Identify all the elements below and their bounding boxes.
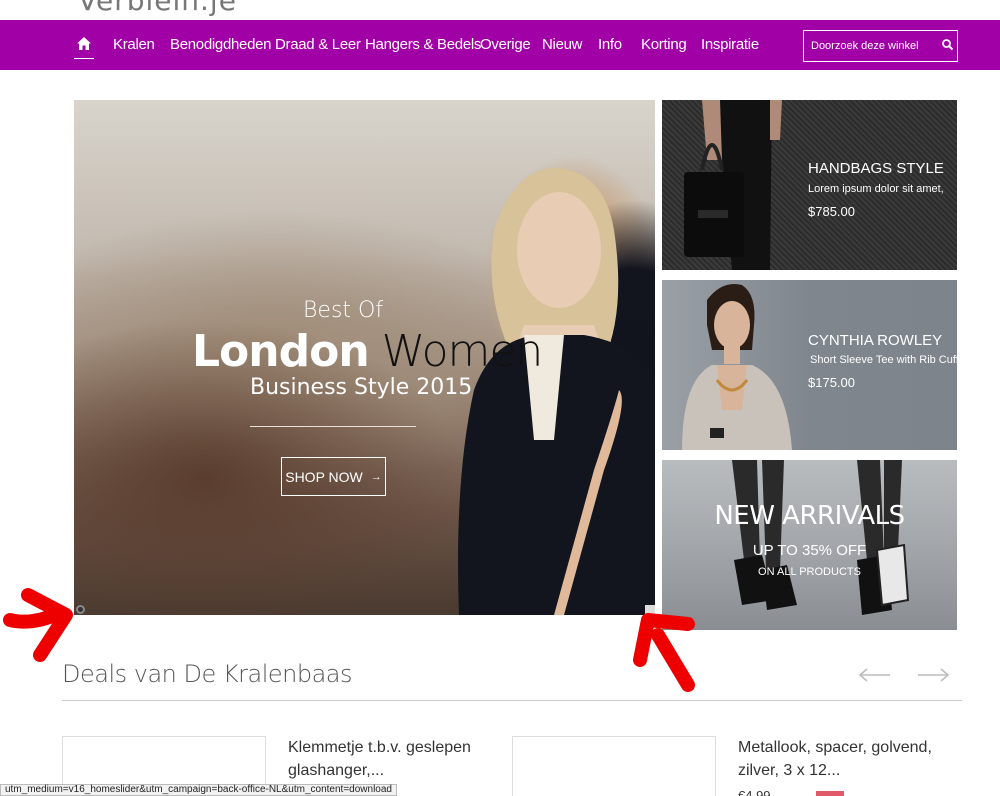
hero-line-2-bold: London	[192, 326, 370, 377]
logo-area[interactable]: Verblein.je	[0, 0, 1000, 20]
search-box	[803, 30, 958, 62]
nav-item-overige[interactable]: Overige	[480, 20, 531, 70]
cynthia-model-image	[682, 284, 792, 450]
red-annotation-arrow-left	[3, 588, 73, 662]
promo-title: HANDBAGS STYLE	[808, 160, 944, 177]
nav-item-korting[interactable]: Korting	[641, 20, 687, 70]
promo-price: $785.00	[808, 204, 855, 219]
shop-now-label: SHOP NOW	[285, 468, 363, 485]
home-icon	[77, 37, 91, 50]
hero-line-2-thin: Women	[381, 326, 544, 377]
search-icon[interactable]	[942, 39, 953, 50]
arrow-right-icon: →	[370, 470, 382, 483]
deals-divider	[62, 700, 962, 701]
hero-line-2: London Women	[192, 326, 544, 377]
hero-slider[interactable]: Best Of London Women Business Style 2015…	[74, 100, 655, 615]
search-input[interactable]	[804, 31, 934, 61]
nav-item-hangers-bedels[interactable]: Hangers & Bedels	[365, 20, 481, 70]
promo-subtitle: Lorem ipsum dolor sit amet,	[808, 183, 944, 195]
new-arrivals-subtitle-2: ON ALL PRODUCTS	[758, 566, 861, 578]
nav-item-inspiratie[interactable]: Inspiratie	[701, 20, 759, 70]
new-arrivals-title: NEW ARRIVALS	[714, 501, 905, 531]
handbag-model-image	[684, 100, 782, 270]
nav-item-benodigdheden[interactable]: Benodigdheden	[170, 20, 272, 70]
arrow-right-icon[interactable]	[916, 666, 950, 684]
nav-item-draad-leer[interactable]: Draad & Leer	[275, 20, 361, 70]
new-arrivals-subtitle: UP TO 35% OFF	[752, 542, 867, 559]
promo-cynthia-rowley[interactable]: CYNTHIA ROWLEY Short Sleeve Tee with Rib…	[662, 280, 957, 450]
promo-title: CYNTHIA ROWLEY	[808, 332, 943, 349]
hero-line-3: Business Style 2015	[250, 375, 473, 400]
status-bar-url: utm_medium=v16_homeslider&utm_campaign=b…	[0, 784, 397, 796]
nav-item-nieuw[interactable]: Nieuw	[542, 20, 582, 70]
add-to-cart-button[interactable]	[816, 791, 844, 796]
main-navigation: Kralen Benodigdheden Draad & Leer Hanger…	[0, 20, 1000, 70]
product-image[interactable]	[512, 736, 716, 796]
hero-model-image	[458, 168, 655, 615]
nav-home[interactable]	[74, 30, 94, 59]
promo-price: $175.00	[808, 375, 855, 390]
nav-item-kralen[interactable]: Kralen	[113, 20, 155, 70]
logo[interactable]: Verblein.je	[78, 0, 237, 17]
hero-line-1: Best Of	[303, 298, 384, 323]
promo-handbags[interactable]: HANDBAGS STYLE Lorem ipsum dolor sit ame…	[662, 100, 957, 270]
promo-subtitle: Short Sleeve Tee with Rib Cuff	[810, 354, 957, 366]
red-annotation-arrow-right	[633, 613, 695, 692]
shop-now-button[interactable]: SHOP NOW →	[281, 457, 386, 496]
arrow-left-icon[interactable]	[858, 666, 892, 684]
promo-new-arrivals[interactable]: NEW ARRIVALS UP TO 35% OFF ON ALL PRODUC…	[662, 460, 957, 630]
nav-item-info[interactable]: Info	[598, 20, 622, 70]
product-name[interactable]: Klemmetje t.b.v. geslepen glashanger,...	[288, 736, 488, 782]
hero-divider	[250, 426, 416, 427]
deals-heading: Deals van De Kralenbaas	[62, 660, 353, 688]
product-price: €4,99	[738, 788, 771, 796]
product-name[interactable]: Metallook, spacer, golvend, zilver, 3 x …	[738, 736, 938, 782]
